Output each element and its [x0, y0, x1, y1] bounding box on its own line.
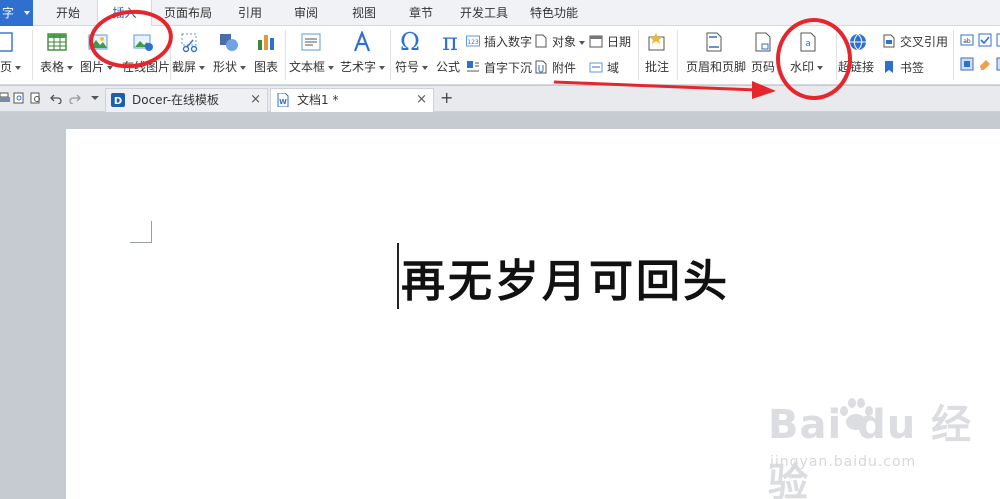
number-icon: 123 [466, 35, 480, 47]
print-icon[interactable] [0, 92, 10, 104]
chevron-down-icon[interactable] [89, 92, 101, 104]
dropdown-control-icon[interactable] [996, 33, 1000, 47]
insert-number-label: 插入数字 [484, 35, 533, 49]
date-label: 日期 [607, 35, 632, 49]
tab-references[interactable]: 引用 [232, 0, 268, 26]
image-control-icon[interactable] [960, 57, 974, 71]
scissors-icon [181, 33, 198, 53]
dropcap-icon [467, 61, 479, 72]
textbox-button[interactable]: 文本框 [287, 26, 335, 84]
print-preview-icon[interactable] [13, 92, 25, 104]
formula-button[interactable]: π 公式 [434, 26, 464, 84]
shape-label: 形状 [213, 58, 246, 75]
tab-chapter[interactable]: 章节 [403, 0, 439, 26]
shape-icon [220, 34, 238, 51]
chart-button[interactable]: 图表 [250, 26, 282, 84]
close-icon[interactable]: × [416, 89, 427, 111]
screenshot-button[interactable]: 截屏 [172, 26, 208, 84]
svg-text:W: W [279, 98, 287, 106]
tab-home[interactable]: 开始 [48, 0, 88, 26]
bookmark-label: 书签 [900, 61, 925, 75]
textbox-label: 文本框 [289, 58, 334, 75]
bookmark-button[interactable]: 书签 [882, 58, 932, 76]
object-button[interactable]: 对象 [534, 32, 586, 50]
redo-icon[interactable] [69, 92, 81, 104]
page-number-icon [755, 32, 771, 52]
divider [32, 30, 33, 80]
cross-reference-label: 交叉引用 [900, 35, 949, 49]
document-tab-bar: D Docer-在线模板 × W 文档1 * × [0, 86, 1000, 112]
symbol-button[interactable]: Ω 符号 [393, 26, 429, 84]
document-text[interactable]: 再无岁月可回头 [401, 245, 730, 309]
close-icon[interactable]: × [250, 89, 261, 111]
tab-docer-templates[interactable]: D Docer-在线模板 × [105, 88, 268, 112]
tab-developer[interactable]: 开发工具 [458, 0, 510, 26]
baidu-jingyan-watermark: Bai du 经验 jingyan.baidu.com [768, 392, 998, 499]
header-footer-icon [706, 32, 722, 52]
svg-text:D: D [114, 96, 122, 107]
new-tab-button[interactable]: + [440, 88, 453, 108]
text-cursor [397, 243, 399, 309]
chevron-down-icon [24, 11, 30, 15]
annotation-circle-watermark [776, 18, 852, 100]
watermark-logo: Bai du 经验 [768, 402, 973, 499]
insert-number-button[interactable]: 123 插入数字 [466, 32, 533, 50]
comment-icon [648, 33, 665, 51]
divider [390, 30, 391, 80]
svg-text:ab: ab [963, 38, 971, 45]
cross-reference-icon [883, 34, 895, 48]
watermark-url: jingyan.baidu.com [770, 454, 917, 470]
object-label: 对象 [552, 33, 585, 50]
pi-icon: π [442, 28, 458, 56]
tab-review[interactable]: 审阅 [288, 0, 324, 26]
wordart-icon [353, 31, 371, 52]
divider [285, 30, 286, 80]
table-label: 表格 [40, 58, 73, 75]
tab-label: 文档1 * [297, 93, 339, 107]
tab-document1[interactable]: W 文档1 * × [270, 88, 434, 112]
tab-special[interactable]: 特色功能 [528, 0, 580, 26]
paw-icon [840, 398, 873, 430]
omega-icon: Ω [400, 28, 420, 56]
control-more-icon[interactable] [996, 57, 1000, 71]
chart-label: 图表 [254, 60, 279, 74]
page-icon [0, 32, 13, 52]
checkbox-icon[interactable] [978, 33, 992, 47]
tab-page-layout[interactable]: 页面布局 [160, 0, 216, 26]
chart-icon [258, 35, 274, 50]
page-label: 页 [0, 58, 21, 75]
table-icon [47, 33, 67, 51]
eraser-icon[interactable] [978, 57, 992, 71]
form-field-icon[interactable]: ab [960, 33, 974, 47]
wordart-label: 艺术字 [340, 58, 385, 75]
date-button[interactable]: 日期 [589, 32, 633, 50]
annotation-arrow-icon [553, 80, 776, 99]
screenshot-label: 截屏 [172, 58, 205, 75]
formula-label: 公式 [436, 60, 461, 74]
svg-text:123: 123 [467, 39, 479, 46]
docer-icon: D [111, 93, 125, 107]
object-icon [535, 34, 547, 48]
attachment-icon [535, 60, 547, 74]
shape-button[interactable]: 形状 [211, 26, 247, 84]
dropcap-button[interactable]: 首字下沉 [466, 58, 533, 76]
wordart-button[interactable]: 艺术字 [338, 26, 386, 84]
preview-icon[interactable] [30, 92, 42, 104]
document-icon: W [277, 93, 289, 107]
tab-view[interactable]: 视图 [346, 0, 382, 26]
dropcap-label: 首字下沉 [484, 61, 533, 75]
bookmark-icon [885, 61, 893, 73]
cross-reference-button[interactable]: 交叉引用 [882, 32, 948, 50]
undo-icon[interactable] [50, 92, 62, 104]
textbox-icon [301, 33, 321, 51]
app-menu-label: 字 [2, 6, 15, 20]
divider [953, 30, 954, 80]
symbol-label: 符号 [395, 58, 428, 75]
page-button[interactable]: 页 [0, 26, 28, 84]
margin-corner-mark [130, 221, 152, 243]
app-menu-button[interactable]: 字 [0, 0, 33, 26]
table-button[interactable]: 表格 [38, 26, 78, 84]
calendar-icon [589, 35, 603, 48]
tab-label: Docer-在线模板 [132, 93, 220, 107]
